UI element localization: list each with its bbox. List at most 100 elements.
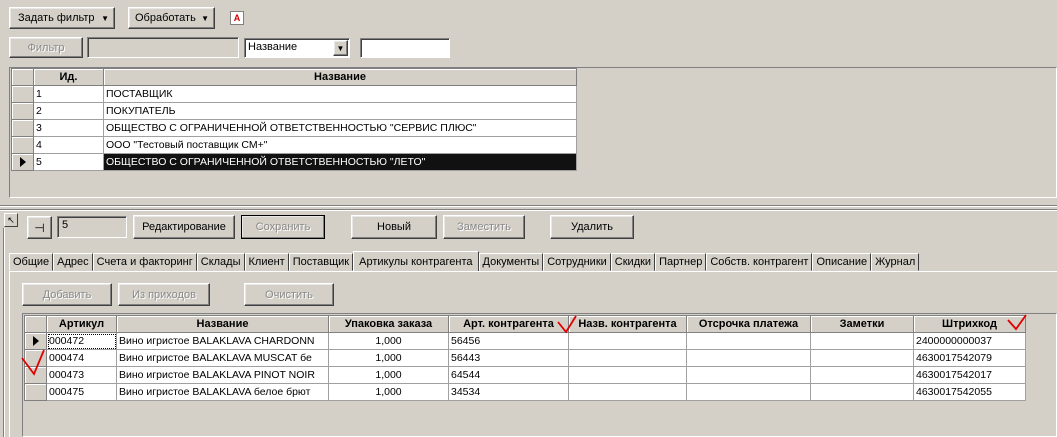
cell-partner-name[interactable]: [568, 366, 687, 384]
column-header-barcode[interactable]: Штрихкод: [913, 315, 1026, 333]
cell-payment-delay[interactable]: [686, 349, 811, 367]
table-row[interactable]: 4 ООО "Тестовый поставщик СМ+": [11, 136, 577, 154]
save-button[interactable]: Сохранить: [241, 215, 325, 239]
edit-button[interactable]: Редактирование: [133, 215, 235, 239]
table-row[interactable]: 000474 Вино игристое BALAKLAVA MUSCAT бе…: [24, 349, 1026, 367]
cell-notes[interactable]: [810, 349, 914, 367]
cell-name[interactable]: Вино игристое BALAKLAVA PINOT NOIR: [116, 366, 329, 384]
cell-id[interactable]: 1: [33, 85, 104, 103]
tab-discounts[interactable]: Скидки: [610, 253, 656, 271]
tab-employees[interactable]: Сотрудники: [543, 253, 611, 271]
process-button[interactable]: Обработать ▼: [128, 7, 215, 29]
set-filter-button[interactable]: Задать фильтр ▼: [9, 7, 115, 29]
row-indicator-current[interactable]: [11, 153, 34, 171]
column-header-name[interactable]: Название: [116, 315, 329, 333]
row-indicator[interactable]: [24, 383, 47, 401]
cell-payment-delay[interactable]: [686, 383, 811, 401]
cell-barcode[interactable]: 4630017542079: [913, 349, 1026, 367]
pin-button[interactable]: ⊣: [27, 216, 52, 239]
row-indicator[interactable]: [24, 349, 47, 367]
cell-pack[interactable]: 1,000: [328, 349, 449, 367]
cell-name[interactable]: ООО "Тестовый поставщик СМ+": [103, 136, 577, 154]
column-header-pack[interactable]: Упаковка заказа: [328, 315, 449, 333]
row-indicator[interactable]: [11, 102, 34, 120]
red-a-icon[interactable]: A: [230, 11, 244, 25]
column-header-payment-delay[interactable]: Отсрочка платежа: [686, 315, 811, 333]
cell-name[interactable]: ПОКУПАТЕЛЬ: [103, 102, 577, 120]
table-row-selected[interactable]: 5 ОБЩЕСТВО С ОГРАНИЧЕННОЙ ОТВЕТСТВЕННОСТ…: [11, 153, 577, 171]
cell-partner-name[interactable]: [568, 349, 687, 367]
cell-partner-article[interactable]: 34534: [448, 383, 569, 401]
column-header-id[interactable]: Ид.: [33, 68, 104, 86]
filter-search-input[interactable]: [360, 38, 450, 58]
filter-column-select[interactable]: Название ▼: [244, 38, 350, 58]
add-button[interactable]: Добавить: [22, 283, 112, 306]
delete-button[interactable]: Удалить: [550, 215, 634, 239]
cell-partner-article[interactable]: 64544: [448, 366, 569, 384]
cell-name[interactable]: ПОСТАВЩИК: [103, 85, 577, 103]
tab-own-counterparty[interactable]: Собств. контрагент: [706, 253, 813, 271]
cell-partner-article[interactable]: 56443: [448, 349, 569, 367]
filter-button[interactable]: Фильтр: [9, 37, 83, 58]
row-indicator[interactable]: [11, 119, 34, 137]
clear-button[interactable]: Очистить: [244, 283, 334, 306]
cell-payment-delay[interactable]: [686, 332, 811, 350]
row-indicator[interactable]: [24, 366, 47, 384]
cell-article[interactable]: 000473: [46, 366, 117, 384]
column-header-partner-name[interactable]: Назв. контрагента: [568, 315, 687, 333]
table-row[interactable]: 2 ПОКУПАТЕЛЬ: [11, 102, 577, 120]
cell-name[interactable]: Вино игристое BALAKLAVA MUSCAT бе: [116, 349, 329, 367]
articles-table[interactable]: Артикул Название Упаковка заказа Арт. ко…: [24, 315, 1026, 401]
column-header-article[interactable]: Артикул: [46, 315, 117, 333]
tab-warehouses[interactable]: Склады: [196, 253, 245, 271]
table-row[interactable]: 000475 Вино игристое BALAKLAVA белое брю…: [24, 383, 1026, 401]
cell-barcode[interactable]: 2400000000037: [913, 332, 1026, 350]
tab-general[interactable]: Общие: [9, 253, 54, 271]
column-header-name[interactable]: Название: [103, 68, 577, 86]
tab-description[interactable]: Описание: [812, 253, 872, 271]
from-receipts-button[interactable]: Из приходов: [118, 283, 210, 306]
row-indicator[interactable]: [11, 85, 34, 103]
cell-name[interactable]: Вино игристое BALAKLAVA белое брют: [116, 383, 329, 401]
cell-pack[interactable]: 1,000: [328, 383, 449, 401]
cell-id[interactable]: 3: [33, 119, 104, 137]
tab-journal[interactable]: Журнал: [871, 253, 920, 271]
cell-article[interactable]: 000474: [46, 349, 117, 367]
counterparties-table[interactable]: Ид. Название 1 ПОСТАВЩИК 2 ПОКУПАТЕЛЬ 3 …: [11, 68, 577, 171]
column-header-notes[interactable]: Заметки: [810, 315, 914, 333]
collapse-corner-icon[interactable]: ↖: [4, 213, 18, 227]
cell-pack[interactable]: 1,000: [328, 366, 449, 384]
column-header-partner-article[interactable]: Арт. контрагента: [448, 315, 569, 333]
tab-partner[interactable]: Партнер: [655, 253, 707, 271]
cell-barcode[interactable]: 4630017542055: [913, 383, 1026, 401]
table-row-current[interactable]: 000472 Вино игристое BALAKLAVA CHARDONN …: [24, 332, 1026, 350]
tab-accounts[interactable]: Счета и факторинг: [92, 253, 197, 271]
cell-partner-name[interactable]: [568, 332, 687, 350]
table-row[interactable]: 000473 Вино игристое BALAKLAVA PINOT NOI…: [24, 366, 1026, 384]
cell-payment-delay[interactable]: [686, 366, 811, 384]
cell-id[interactable]: 2: [33, 102, 104, 120]
cell-barcode[interactable]: 4630017542017: [913, 366, 1026, 384]
filter-field[interactable]: [87, 37, 239, 58]
cell-id[interactable]: 4: [33, 136, 104, 154]
row-indicator[interactable]: [11, 136, 34, 154]
cell-notes[interactable]: [810, 332, 914, 350]
tab-address[interactable]: Адрес: [53, 253, 93, 271]
chevron-down-icon[interactable]: ▼: [333, 40, 348, 56]
cell-partner-name[interactable]: [568, 383, 687, 401]
cell-id[interactable]: 5: [33, 153, 104, 171]
cell-name[interactable]: ОБЩЕСТВО С ОГРАНИЧЕННОЙ ОТВЕТСТВЕННОСТЬЮ…: [103, 119, 577, 137]
tab-client[interactable]: Клиент: [244, 253, 289, 271]
splitter[interactable]: [0, 205, 1057, 207]
table-row[interactable]: 1 ПОСТАВЩИК: [11, 85, 577, 103]
tab-supplier[interactable]: Поставщик: [288, 253, 354, 271]
cell-article[interactable]: 000475: [46, 383, 117, 401]
cell-partner-article[interactable]: 56456: [448, 332, 569, 350]
cell-name[interactable]: ОБЩЕСТВО С ОГРАНИЧЕННОЙ ОТВЕТСТВЕННОСТЬЮ…: [103, 153, 577, 171]
replace-button[interactable]: Заместить: [443, 215, 525, 239]
cell-notes[interactable]: [810, 366, 914, 384]
cell-pack[interactable]: 1,000: [328, 332, 449, 350]
cell-name[interactable]: Вино игристое BALAKLAVA CHARDONN: [116, 332, 329, 350]
new-button[interactable]: Новый: [351, 215, 437, 239]
row-indicator-current[interactable]: [24, 332, 47, 350]
